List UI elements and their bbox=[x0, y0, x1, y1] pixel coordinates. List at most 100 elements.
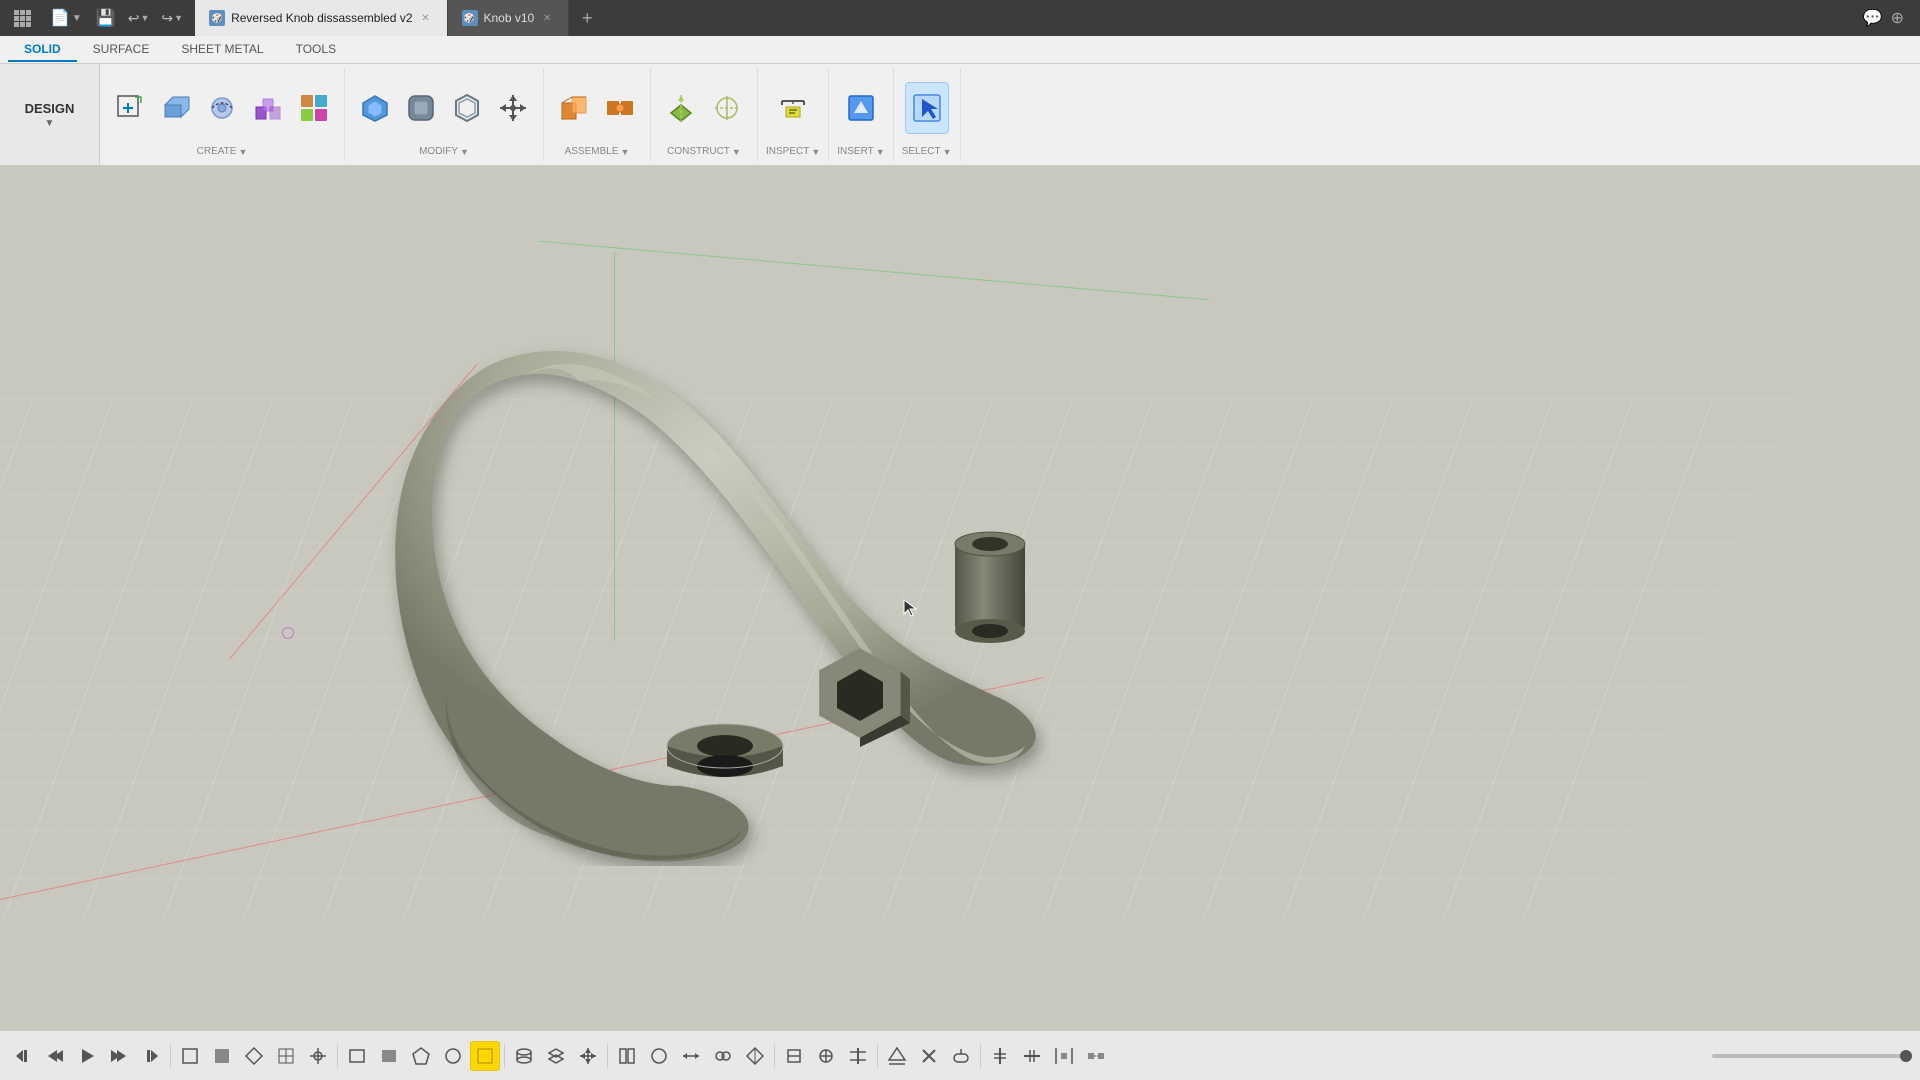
tab-label-2: Knob v10 bbox=[484, 11, 535, 25]
tool-btn-g[interactable] bbox=[811, 1041, 841, 1071]
move4-button[interactable] bbox=[573, 1041, 603, 1071]
extrude-button[interactable] bbox=[154, 82, 198, 134]
tab-knob-v10[interactable]: 🎲 Knob v10 ✕ bbox=[448, 0, 570, 36]
tab-icon-1: 🎲 bbox=[209, 10, 225, 26]
fillet-button[interactable] bbox=[399, 82, 443, 134]
new-tab-button[interactable]: + bbox=[573, 4, 601, 32]
chat-icon[interactable]: 💬 bbox=[1863, 8, 1883, 28]
create-section: CREATE ▼ bbox=[100, 68, 345, 161]
diamond-button[interactable] bbox=[239, 1041, 269, 1071]
toolbar-content: CREATE ▼ bbox=[100, 64, 961, 165]
new-component-button[interactable] bbox=[552, 82, 596, 134]
tool-btn-e[interactable] bbox=[740, 1041, 770, 1071]
distribute2-button[interactable] bbox=[1081, 1041, 1111, 1071]
construct-axis-button[interactable] bbox=[705, 82, 749, 134]
create-label: CREATE ▼ bbox=[197, 146, 248, 157]
title-bar-left: 📄▼ 💾 ↩▼ ↪▼ bbox=[0, 4, 195, 32]
tab-close-1[interactable]: ✕ bbox=[419, 11, 433, 25]
separator-4 bbox=[607, 1044, 608, 1068]
app-grid-icon[interactable] bbox=[8, 4, 36, 32]
tool-btn-b[interactable] bbox=[644, 1041, 674, 1071]
create-more-button[interactable] bbox=[292, 82, 336, 134]
inspect-label: INSPECT ▼ bbox=[766, 146, 820, 157]
shell-icon bbox=[451, 92, 483, 124]
tab-reversed-knob[interactable]: 🎲 Reversed Knob dissassembled v2 ✕ bbox=[195, 0, 447, 36]
green-axis-horizontal bbox=[539, 240, 1209, 300]
selected-active-button[interactable] bbox=[470, 1041, 500, 1071]
revolve-button[interactable] bbox=[200, 82, 244, 134]
modify-label: MODIFY ▼ bbox=[419, 146, 469, 157]
tool-btn-h[interactable] bbox=[843, 1041, 873, 1071]
viewport[interactable] bbox=[0, 166, 1920, 1030]
pattern-icon bbox=[252, 92, 284, 124]
circle-button[interactable] bbox=[438, 1041, 468, 1071]
assemble-label: ASSEMBLE ▼ bbox=[565, 146, 630, 157]
construct-plane-button[interactable] bbox=[659, 82, 703, 134]
timeline-handle[interactable] bbox=[1900, 1050, 1912, 1062]
box-outline-button[interactable] bbox=[175, 1041, 205, 1071]
align-h-button[interactable] bbox=[985, 1041, 1015, 1071]
redo-button[interactable]: ↪▼ bbox=[157, 8, 187, 29]
revolve-icon bbox=[206, 92, 238, 124]
distribute-button[interactable] bbox=[1049, 1041, 1079, 1071]
toolbar-tabs-row: SOLID SURFACE SHEET METAL TOOLS bbox=[0, 36, 1920, 64]
pentagon-button[interactable] bbox=[406, 1041, 436, 1071]
step-forward-button[interactable] bbox=[136, 1041, 166, 1071]
timeline-track[interactable] bbox=[1712, 1054, 1912, 1058]
title-bar-right: 💬 ⊕ bbox=[1863, 8, 1920, 28]
play-forward-button[interactable] bbox=[104, 1041, 134, 1071]
play-button[interactable] bbox=[72, 1041, 102, 1071]
new-sketch-button[interactable] bbox=[108, 82, 152, 134]
modify-buttons bbox=[353, 72, 535, 144]
tool-btn-c[interactable] bbox=[676, 1041, 706, 1071]
center-point bbox=[282, 627, 294, 639]
stack-button[interactable] bbox=[541, 1041, 571, 1071]
tool-btn-a[interactable] bbox=[612, 1041, 642, 1071]
separator-3 bbox=[504, 1044, 505, 1068]
timeline-area bbox=[1712, 1054, 1912, 1058]
file-button[interactable]: 📄▼ bbox=[44, 6, 88, 30]
extrude-icon bbox=[160, 92, 192, 124]
box-solid-button[interactable] bbox=[207, 1041, 237, 1071]
design-dropdown[interactable]: DESIGN ▼ bbox=[0, 64, 100, 165]
play-back-button[interactable] bbox=[40, 1041, 70, 1071]
tab-surface[interactable]: SURFACE bbox=[77, 38, 166, 62]
tool-btn-i[interactable] bbox=[882, 1041, 912, 1071]
tab-solid[interactable]: SOLID bbox=[8, 38, 77, 62]
tab-sheet-metal[interactable]: SHEET METAL bbox=[165, 38, 279, 62]
mesh-button[interactable] bbox=[271, 1041, 301, 1071]
washer-ring bbox=[660, 711, 790, 811]
tool-btn-d[interactable] bbox=[708, 1041, 738, 1071]
pattern-button[interactable] bbox=[246, 82, 290, 134]
step-back-button[interactable] bbox=[8, 1041, 38, 1071]
undo-button[interactable]: ↩▼ bbox=[124, 8, 154, 29]
tool-btn-j[interactable] bbox=[914, 1041, 944, 1071]
construct-section: CONSTRUCT ▼ bbox=[651, 68, 758, 161]
select-button[interactable] bbox=[905, 82, 949, 134]
construct-label: CONSTRUCT ▼ bbox=[667, 146, 741, 157]
measure-button[interactable] bbox=[771, 82, 815, 134]
crosshair-button[interactable] bbox=[303, 1041, 333, 1071]
toolbar-buttons-row: DESIGN ▼ bbox=[0, 64, 1920, 166]
push-pull-button[interactable] bbox=[353, 82, 397, 134]
save-button[interactable]: 💾 bbox=[92, 6, 120, 30]
network-icon[interactable]: ⊕ bbox=[1891, 8, 1904, 28]
tab-close-2[interactable]: ✕ bbox=[540, 11, 554, 25]
joint-button[interactable] bbox=[598, 82, 642, 134]
rect-outline-button[interactable] bbox=[342, 1041, 372, 1071]
tool-btn-f[interactable] bbox=[779, 1041, 809, 1071]
move-button[interactable] bbox=[491, 82, 535, 134]
insert-button[interactable] bbox=[839, 82, 883, 134]
shell-button[interactable] bbox=[445, 82, 489, 134]
main-toolbar: SOLID SURFACE SHEET METAL TOOLS DESIGN ▼ bbox=[0, 36, 1920, 166]
tool-btn-k[interactable] bbox=[946, 1041, 976, 1071]
construct-axis-icon bbox=[711, 92, 743, 124]
tab-label-1: Reversed Knob dissassembled v2 bbox=[231, 11, 412, 25]
inspect-section: INSPECT ▼ bbox=[758, 68, 829, 161]
construct-buttons bbox=[659, 72, 749, 144]
tab-tools[interactable]: TOOLS bbox=[280, 38, 352, 62]
rect-solid-button[interactable] bbox=[374, 1041, 404, 1071]
layer-button[interactable] bbox=[509, 1041, 539, 1071]
align-v-button[interactable] bbox=[1017, 1041, 1047, 1071]
move-icon bbox=[497, 92, 529, 124]
